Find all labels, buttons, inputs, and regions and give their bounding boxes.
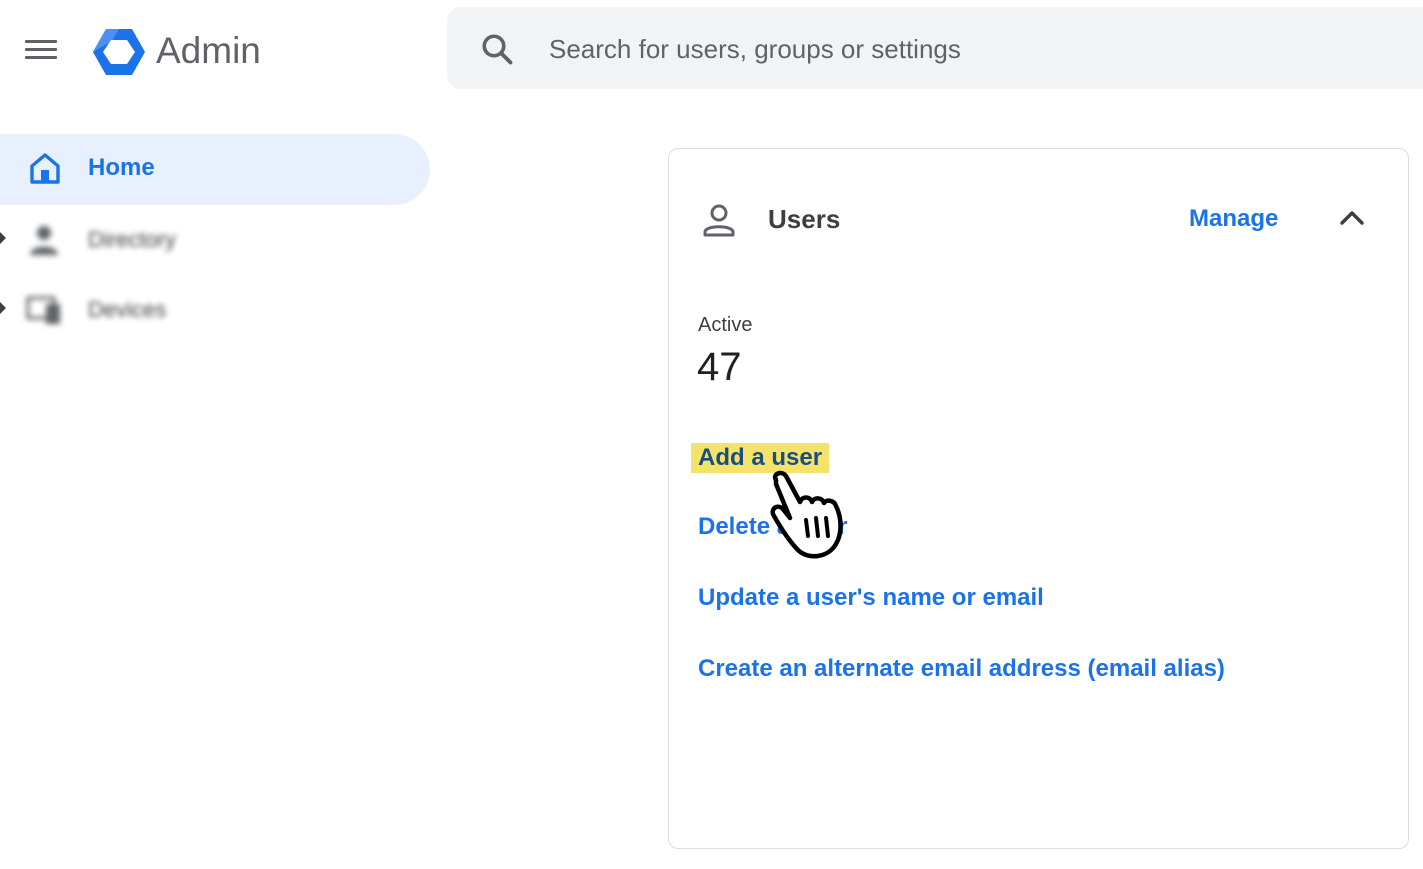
sidebar-item-directory[interactable]: Directory — [0, 210, 430, 270]
add-user-link[interactable]: Add a user — [691, 443, 830, 473]
menu-icon-bar — [25, 56, 57, 59]
active-users-label: Active — [698, 314, 753, 336]
expand-arrow-icon[interactable] — [0, 302, 6, 314]
users-card: Users Manage Active 47 Add a user Delete… — [668, 148, 1409, 849]
delete-user-link[interactable]: Delete a user — [698, 513, 847, 541]
search-icon[interactable] — [479, 31, 515, 67]
create-email-alias-link[interactable]: Create an alternate email address (email… — [698, 655, 1225, 683]
home-icon — [30, 153, 60, 184]
sidebar-item-label: Directory — [88, 227, 177, 252]
search-bar[interactable] — [447, 7, 1423, 89]
sidebar-item-label: Home — [88, 154, 155, 181]
card-title: Users — [768, 204, 841, 234]
admin-logo-icon — [93, 29, 145, 75]
sidebar-item-devices[interactable]: Devices — [0, 280, 430, 340]
manage-link[interactable]: Manage — [1189, 205, 1278, 233]
main-menu-button[interactable] — [22, 35, 60, 65]
sidebar-item-label: Devices — [88, 297, 167, 322]
app-title: Admin — [156, 30, 261, 71]
update-user-link[interactable]: Update a user's name or email — [698, 584, 1044, 612]
active-users-count: 47 — [697, 345, 742, 389]
search-input[interactable] — [547, 29, 1411, 69]
person-icon — [30, 226, 58, 255]
sidebar-item-home[interactable]: Home — [0, 134, 430, 205]
expand-arrow-icon[interactable] — [0, 232, 6, 244]
devices-icon — [26, 296, 60, 324]
person-outline-icon — [703, 204, 735, 237]
menu-icon-bar — [25, 48, 57, 51]
menu-icon-bar — [25, 40, 57, 43]
chevron-up-icon[interactable] — [1335, 203, 1369, 233]
